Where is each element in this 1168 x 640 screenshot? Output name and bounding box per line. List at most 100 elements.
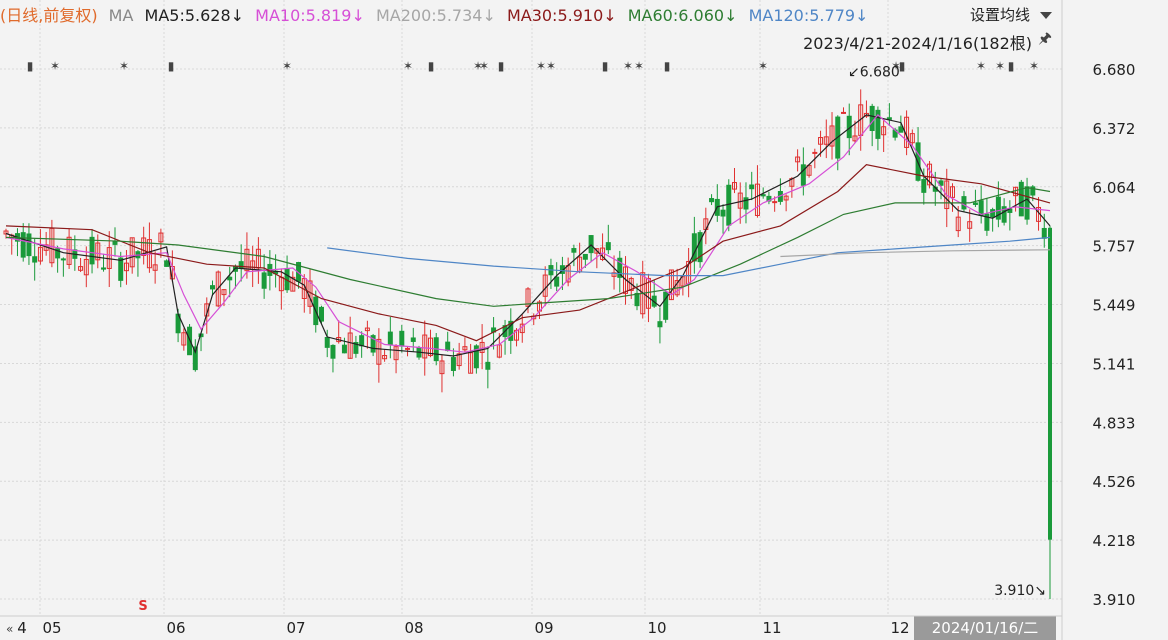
ma-legend: (日线,前复权) MA MA5:5.628↓ MA10:5.819↓ MA200… (0, 2, 874, 26)
date-range-label: 2023/4/21-2024/1/16(182根) (803, 34, 1032, 53)
candle-body (187, 326, 193, 356)
candle-body (26, 233, 32, 257)
candle-body (405, 347, 411, 350)
x-tick-label: 06 (166, 619, 185, 637)
candle-body (1024, 186, 1030, 220)
candle-body (238, 261, 244, 270)
candle-body (709, 198, 715, 203)
y-tick-label: 4.833 (1093, 414, 1136, 432)
y-tick-label: 5.141 (1093, 355, 1136, 373)
candle-body (749, 184, 755, 190)
event-marker-icon: ▮ (428, 59, 435, 73)
candle-body (445, 341, 451, 352)
y-tick-label: 5.449 (1093, 297, 1136, 315)
legend-ma60: MA60:6.060↓ (627, 6, 738, 25)
candle-body (588, 235, 594, 254)
candle-body (359, 335, 365, 347)
candle-body (210, 285, 216, 290)
candle-body (1041, 227, 1047, 239)
y-tick-label: 4.218 (1093, 532, 1136, 550)
x-tick-label: 08 (404, 619, 423, 637)
legend-ma-label: MA (108, 6, 134, 25)
event-marker-icon: ✶ (119, 59, 129, 73)
event-marker-icon: ✶ (976, 59, 986, 73)
x-tick-label: 09 (534, 619, 553, 637)
pin-icon[interactable]: 🖈 (1038, 28, 1052, 53)
candle-body (869, 105, 875, 132)
candle-body (261, 272, 267, 289)
x-tick-label: 4 (17, 619, 27, 637)
ma-settings-dropdown[interactable]: 设置均线 (970, 4, 1052, 25)
split-marker-icon: S (138, 599, 147, 614)
legend-ma200: MA200:5.734↓ (375, 6, 496, 25)
y-tick-label: 3.910 (1093, 591, 1136, 609)
x-tick-label-current: 2024/01/16/二 (932, 619, 1039, 637)
event-marker-icon: ✶ (403, 59, 413, 73)
candle-body (898, 126, 904, 133)
event-marker-icon: ✶ (634, 59, 644, 73)
candle-body (772, 201, 778, 204)
event-marker-icon: ✶ (623, 59, 633, 73)
event-marker-icon: ▮ (664, 59, 671, 73)
x-tick-label: 05 (42, 619, 61, 637)
candle-body (812, 151, 818, 154)
candle-body (89, 236, 95, 265)
candle-body (657, 321, 663, 328)
candle-body (990, 209, 996, 218)
candle-body-last (1048, 227, 1052, 540)
candle-body (227, 276, 233, 281)
event-marker-icon: ✶ (1029, 59, 1039, 73)
candle-body (112, 241, 118, 245)
candle-body (341, 344, 347, 354)
candle-body (840, 111, 846, 114)
low-annotation: 3.910↘ (994, 583, 1046, 599)
legend-ma30: MA30:5.910↓ (506, 6, 617, 25)
y-tick-label: 4.526 (1093, 473, 1136, 491)
candle-body (582, 253, 588, 260)
x-tick-label: 10 (647, 619, 666, 637)
legend-ma5: MA5:5.628↓ (144, 6, 245, 25)
legend-prefix: (日线,前复权) (0, 6, 98, 25)
candle-body (720, 209, 726, 217)
event-marker-icon: ▮ (498, 59, 505, 73)
y-tick-label: 6.372 (1093, 120, 1136, 138)
event-marker-icon: ✶ (536, 59, 546, 73)
legend-ma120: MA120:5.779↓ (748, 6, 869, 25)
candle-body (330, 344, 336, 359)
y-tick-label: 6.064 (1093, 179, 1136, 197)
high-annotation: ↙6.680 (848, 65, 900, 81)
candle-body (1018, 181, 1024, 217)
event-marker-icon: ✶ (479, 59, 489, 73)
candle-body (634, 292, 640, 307)
stock-chart: 6.680 6.372 6.064 5.757 5.449 5.141 4.833 4.526… (0, 0, 1168, 640)
candle-body (605, 242, 611, 251)
x-tick-label: 07 (286, 619, 305, 637)
event-marker-icon: ▮ (602, 59, 609, 73)
candle-body (485, 361, 491, 370)
event-marker-icon: ✶ (282, 59, 292, 73)
event-marker-icon: ✶ (995, 59, 1005, 73)
x-tick-label: 11 (762, 619, 781, 637)
event-marker-icon: ▮ (168, 59, 175, 73)
y-tick-label: 5.757 (1093, 238, 1136, 256)
event-marker-icon: ✶ (50, 59, 60, 73)
candle-body (726, 184, 732, 226)
candle-body (324, 337, 330, 348)
candle-body (60, 258, 66, 261)
candle-body (691, 233, 697, 262)
candle-body (118, 257, 124, 281)
candle-body (318, 306, 324, 322)
candle-body (164, 260, 170, 267)
candle-body (32, 256, 38, 263)
x-tick-label: 12 (890, 619, 909, 637)
candle-body (399, 330, 405, 347)
candle-body (554, 276, 560, 287)
event-marker-icon: ▮ (1008, 59, 1015, 73)
chart-canvas: 6.680 6.372 6.064 5.757 5.449 5.141 4.833 4.526… (0, 0, 1136, 640)
y-tick-label: 6.680 (1093, 61, 1136, 79)
candle-body (800, 164, 806, 186)
candle-body (410, 337, 416, 342)
event-marker-icon: ✶ (758, 59, 768, 73)
candle-body (20, 232, 26, 258)
event-marker-icon: ▮ (27, 59, 34, 73)
